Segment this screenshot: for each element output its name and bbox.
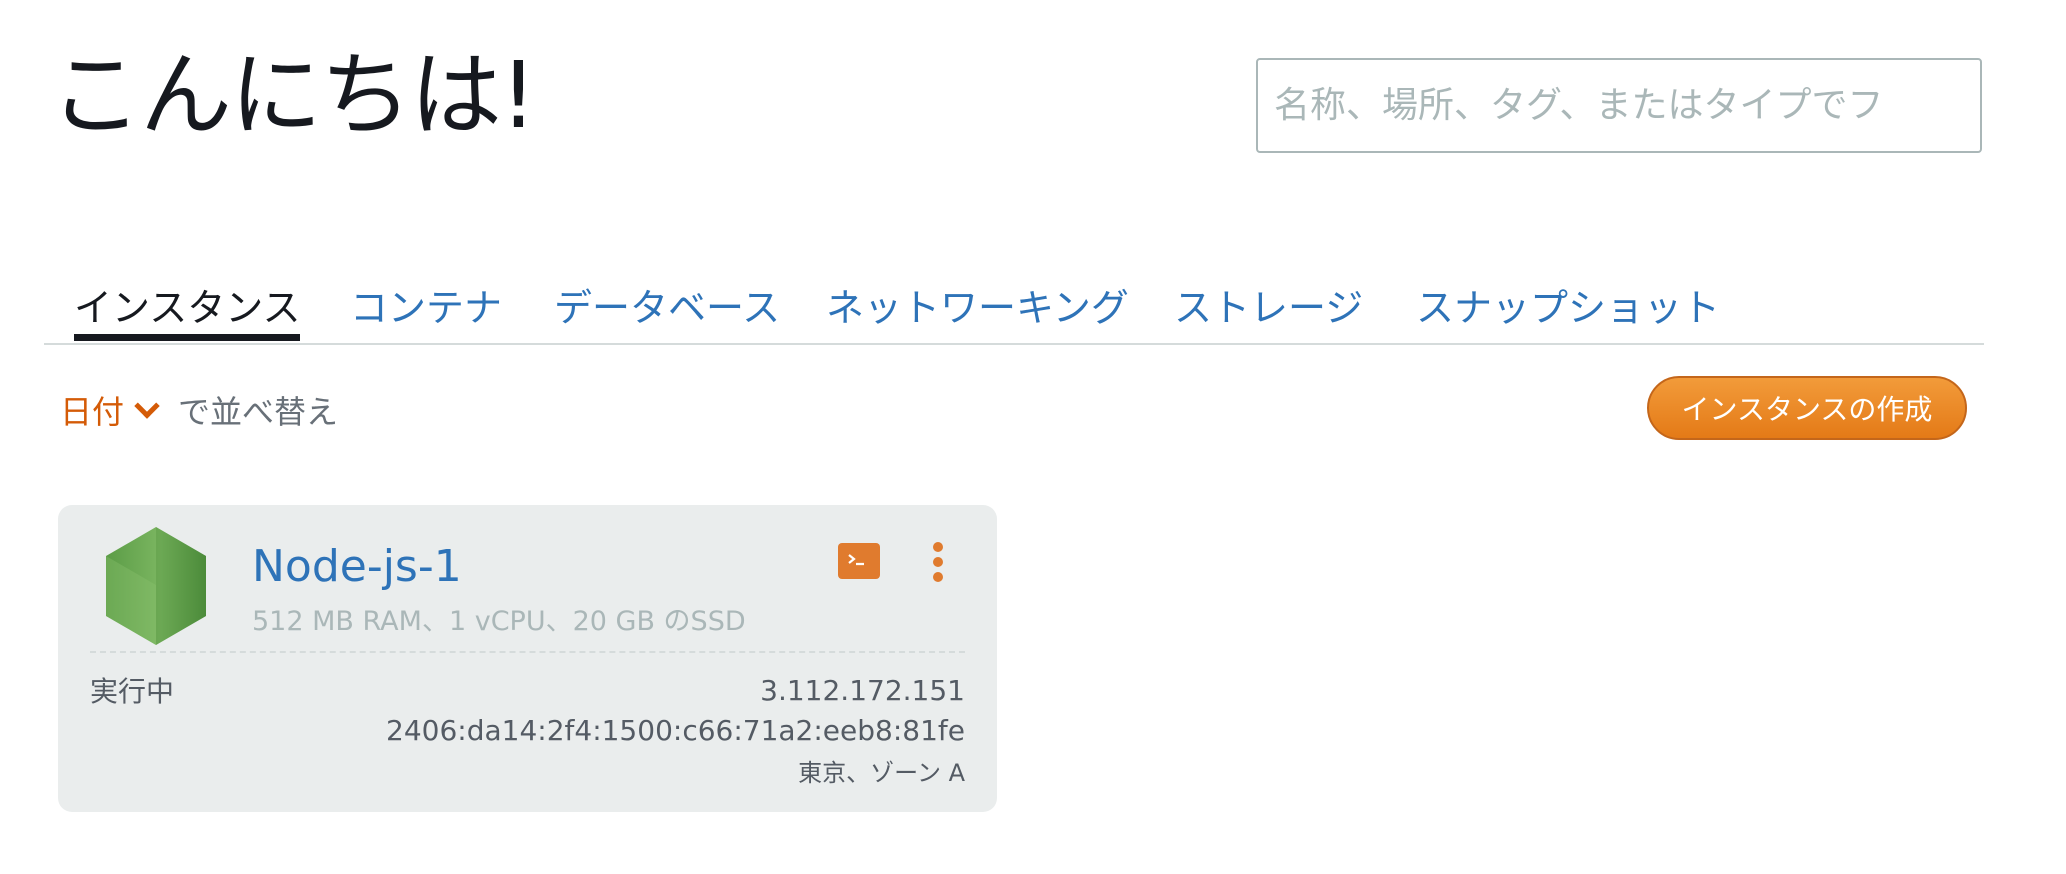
- tab-databases[interactable]: データベース: [554, 277, 780, 332]
- tab-networking[interactable]: ネットワーキング: [826, 277, 1129, 332]
- tab-containers[interactable]: コンテナ: [350, 277, 502, 332]
- tab-instances[interactable]: インスタンス: [74, 277, 301, 341]
- instance-name-link[interactable]: Node-js-1: [252, 541, 462, 592]
- instance-ipv4: 3.112.172.151: [760, 674, 965, 707]
- tab-storage[interactable]: ストレージ: [1174, 277, 1363, 332]
- instance-network-info: 3.112.172.151 2406:da14:2f4:1500:c66:71a…: [386, 671, 965, 793]
- more-vertical-icon[interactable]: [928, 541, 948, 583]
- chevron-down-icon: [134, 393, 160, 419]
- sort-field-dropdown[interactable]: 日付: [60, 393, 178, 431]
- tab-snapshots[interactable]: スナップショット: [1416, 277, 1720, 332]
- resource-tabs: インスタンス コンテナ データベース ネットワーキング ストレージ スナップショ…: [44, 275, 1984, 345]
- instance-location: 東京、ゾーン A: [798, 759, 965, 787]
- search-input[interactable]: [1256, 58, 1982, 153]
- instance-state: 実行中: [90, 675, 175, 708]
- create-instance-button[interactable]: インスタンスの作成: [1647, 376, 1967, 440]
- sort-field-label: 日付: [60, 393, 125, 431]
- instance-card: Node-js-1 512 MB RAM、1 vCPU、20 GB のSSD 実…: [58, 505, 997, 812]
- nodejs-icon: [106, 527, 206, 645]
- instance-spec: 512 MB RAM、1 vCPU、20 GB のSSD: [252, 606, 746, 637]
- terminal-icon[interactable]: [838, 543, 880, 579]
- sort-row: 日付 で並べ替え: [60, 387, 338, 433]
- instance-ipv6: 2406:da14:2f4:1500:c66:71a2:eeb8:81fe: [386, 714, 965, 747]
- sort-label: で並べ替え: [178, 393, 339, 431]
- card-divider: [90, 651, 965, 653]
- greeting-title: こんにちは!: [50, 42, 537, 149]
